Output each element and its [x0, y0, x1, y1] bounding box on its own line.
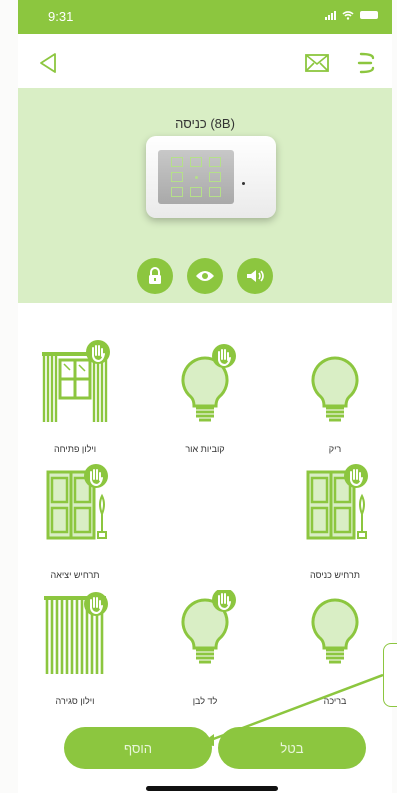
cancel-button[interactable]: בטל — [218, 727, 366, 769]
device-panel: כניסה (8B) — [18, 88, 392, 303]
sound-icon — [247, 270, 264, 282]
scene-label: תרחיש יציאה — [50, 570, 100, 580]
signal-icon — [325, 10, 336, 20]
scene-label: תרחיש כניסה — [310, 570, 360, 580]
eye-button[interactable] — [187, 258, 223, 294]
bulb-icon — [181, 344, 236, 422]
keypad-face — [158, 150, 234, 204]
back-triangle-icon[interactable] — [36, 50, 62, 76]
scene-label: לד לבן — [192, 696, 218, 706]
scene-pool[interactable]: בריכה — [280, 590, 390, 710]
menu-icon[interactable] — [356, 50, 378, 76]
scene-curtain-close[interactable]: וילון סגירה — [20, 590, 130, 710]
device-led — [242, 182, 245, 185]
scene-label: וילון פתיחה — [53, 444, 97, 454]
scene-label: קוביות אור — [185, 444, 225, 454]
mail-icon[interactable] — [304, 52, 330, 74]
bulb-icon — [181, 590, 236, 664]
scene-light-cubes[interactable]: קוביות אור — [150, 338, 260, 458]
battery-icon — [360, 11, 378, 19]
door-icon — [306, 464, 368, 540]
eye-icon — [196, 271, 214, 281]
door-icon — [46, 464, 108, 540]
curtain-closed-icon — [44, 592, 108, 674]
curtain-open-icon — [42, 340, 110, 422]
scene-label: וילון סגירה — [55, 696, 95, 706]
lock-button[interactable] — [137, 258, 173, 294]
status-icons — [325, 10, 378, 20]
bulb-icon — [311, 356, 359, 422]
home-indicator — [146, 786, 278, 791]
wifi-icon — [342, 11, 354, 20]
mode-buttons — [18, 258, 392, 294]
status-bar: 9:31 — [18, 0, 392, 34]
bulb-icon — [311, 598, 359, 664]
phone-screen: 9:31 כניסה (8B) וילון פתיחה קוביות אור ר… — [18, 0, 392, 793]
sound-button[interactable] — [237, 258, 273, 294]
scene-curtain-open[interactable]: וילון פתיחה — [20, 338, 130, 458]
scene-entry[interactable]: תרחיש כניסה — [280, 464, 390, 584]
scene-white-led[interactable]: לד לבן — [150, 590, 260, 710]
add-button[interactable]: הוסף — [64, 727, 212, 769]
scene-label: ריק — [328, 444, 342, 454]
scene-exit[interactable]: תרחיש יציאה — [20, 464, 130, 584]
top-nav — [18, 38, 392, 88]
device-keypad-image — [146, 136, 276, 218]
scene-empty[interactable]: ריק — [280, 338, 390, 458]
device-title: כניסה (8B) — [175, 116, 235, 131]
annotation-callout-box — [383, 643, 397, 707]
lock-icon — [149, 267, 161, 284]
scene-label: בריכה — [323, 696, 347, 706]
status-time: 9:31 — [48, 9, 74, 24]
